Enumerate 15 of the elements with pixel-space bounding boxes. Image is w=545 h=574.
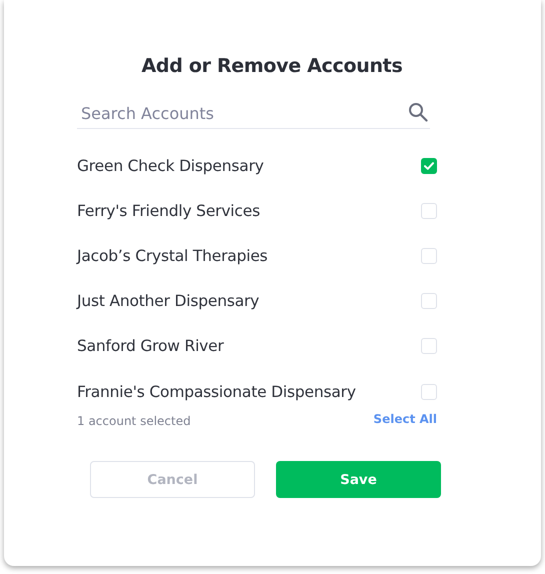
account-name: Ferry's Friendly Services bbox=[77, 202, 260, 220]
selection-count: 1 account selected bbox=[77, 414, 191, 428]
check-icon bbox=[424, 162, 434, 170]
account-name: Sanford Grow River bbox=[77, 337, 224, 356]
cancel-button[interactable]: Cancel bbox=[90, 461, 255, 498]
save-button[interactable]: Save bbox=[276, 461, 441, 498]
checkbox[interactable] bbox=[421, 158, 437, 174]
account-name: Green Check Dispensary bbox=[77, 156, 264, 175]
search-field[interactable]: Search Accounts bbox=[81, 104, 381, 123]
account-name: Just Another Dispensary bbox=[77, 292, 260, 310]
account-name: Jacob’s Crystal Therapies bbox=[77, 246, 268, 265]
dialog-title: Add or Remove Accounts bbox=[140, 54, 404, 79]
account-name: Frannie's Compassionate Dispensary bbox=[77, 382, 356, 401]
select-all-link[interactable]: Select All bbox=[373, 412, 437, 426]
search-icon bbox=[408, 102, 428, 122]
